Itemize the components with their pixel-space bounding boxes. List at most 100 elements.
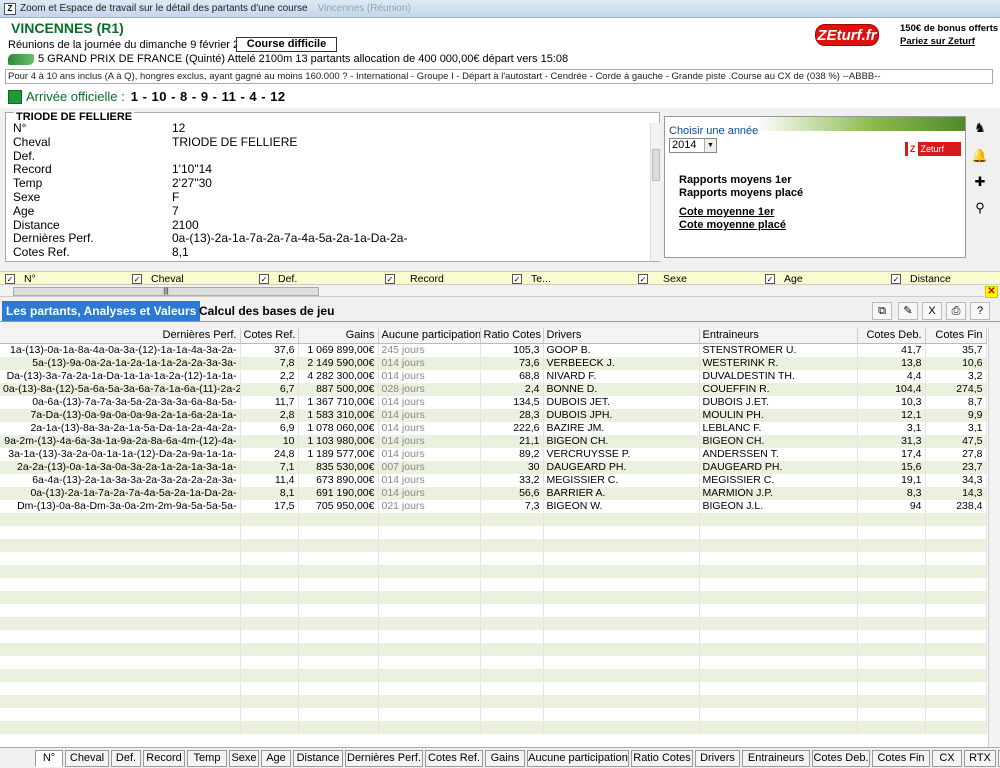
table-row[interactable]: 0a-(13)-8a-(12)-5a-6a-5a-3a-6a-7a-1a-6a-… <box>0 382 987 396</box>
bottom-tab[interactable]: CX <box>932 750 962 767</box>
tab-bases-de-jeu[interactable]: Calcul des bases de jeu <box>195 301 338 321</box>
close-icon[interactable]: ✕ <box>985 286 998 298</box>
excel-icon[interactable]: X <box>922 302 942 320</box>
filter-cheval[interactable]: ✓ Cheval <box>132 273 184 285</box>
table-cell <box>0 642 241 656</box>
column-header[interactable]: Dernières Perf. <box>0 328 241 344</box>
bet-link[interactable]: Pariez sur Zeturf <box>900 35 998 48</box>
table-cell: 9a-2m-(13)-4a-6a-3a-1a-9a-2a-8a-6a-4m-(1… <box>0 434 241 448</box>
link-avg-odds-first[interactable]: Cote moyenne 1er <box>679 206 774 218</box>
help-icon[interactable]: ? <box>970 302 990 320</box>
table-row[interactable]: 9a-2m-(13)-4a-6a-3a-1a-9a-2a-8a-6a-4m-(1… <box>0 434 987 448</box>
bottom-tab[interactable]: Cotes Fin <box>872 750 930 767</box>
filter-def[interactable]: ✓ Def. <box>259 273 297 285</box>
table-row <box>0 668 987 682</box>
bottom-tab[interactable]: Cotes Ref. <box>425 750 483 767</box>
bottom-tab[interactable]: Distance <box>293 750 343 767</box>
table-cell <box>925 590 987 604</box>
edit-icon[interactable]: ✎ <box>898 302 918 320</box>
table-cell <box>0 538 241 552</box>
bottom-tab[interactable]: Def. <box>111 750 141 767</box>
race-header: VINCENNES (R1) Réunions de la journée du… <box>0 18 1000 108</box>
table-row[interactable]: 2a-1a-(13)-8a-3a-2a-1a-5a-Da-1a-2a-4a-2a… <box>0 421 987 435</box>
zeturf-logo[interactable]: ZEturf.fr <box>815 24 879 46</box>
table-row[interactable]: 7a-Da-(13)-0a-9a-0a-0a-9a-2a-1a-6a-2a-1a… <box>0 408 987 422</box>
column-header[interactable]: Cotes Fin <box>925 328 987 344</box>
bottom-tab[interactable]: Age <box>261 750 291 767</box>
checkbox-icon[interactable]: ✓ <box>891 274 901 284</box>
column-header[interactable]: Ratio Cotes <box>480 328 544 344</box>
copy-icon[interactable]: ⧉ <box>872 302 892 320</box>
bottom-tab[interactable]: Record <box>143 750 185 767</box>
bottom-tab[interactable]: Cheval <box>65 750 109 767</box>
table-cell: 3a-1a-(13)-3a-2a-0a-1a-1a-(12)-Da-2a-9a-… <box>0 447 241 461</box>
table-cell <box>699 681 858 695</box>
column-header[interactable]: Cotes Deb. <box>857 328 926 344</box>
table-cell: 014 jours <box>378 486 481 500</box>
bottom-tab[interactable]: Aucune participation <box>527 750 629 767</box>
table-cell: BIGEON W. <box>543 499 700 513</box>
bottom-tab[interactable]: Dernières Perf. <box>345 750 423 767</box>
table-row[interactable]: 0a-6a-(13)-7a-7a-3a-5a-2a-3a-3a-6a-8a-5a… <box>0 395 987 409</box>
detail-field-key: Temp <box>13 176 43 191</box>
filter-distance[interactable]: ✓ Distance <box>891 273 951 285</box>
checkbox-icon[interactable]: ✓ <box>385 274 395 284</box>
table-row[interactable]: 5a-(13)-9a-0a-2a-1a-2a-1a-1a-2a-2a-3a-3a… <box>0 356 987 370</box>
table-row[interactable]: Da-(13)-3a-7a-2a-1a-Da-1a-1a-1a-2a-(12)-… <box>0 369 987 383</box>
zeturf-button[interactable]: Z Zeturf <box>905 142 961 156</box>
filter-num[interactable]: ✓ N° <box>5 273 36 285</box>
table-cell <box>240 629 299 643</box>
checkbox-icon[interactable]: ✓ <box>259 274 269 284</box>
add-note-icon[interactable]: ✚ <box>970 172 990 192</box>
filter-age[interactable]: ✓ Age <box>765 273 803 285</box>
detail-field-value: 0a-(13)-2a-1a-7a-2a-7a-4a-5a-2a-1a-Da-2a… <box>172 231 408 246</box>
bottom-tab[interactable]: Temp <box>187 750 227 767</box>
year-select[interactable]: 2014 ▼ <box>669 138 717 153</box>
table-row[interactable]: 2a-2a-(13)-0a-1a-3a-0a-3a-2a-1a-2a-1a-3a… <box>0 460 987 474</box>
column-header[interactable]: Gains <box>298 328 379 344</box>
table-row[interactable]: 3a-1a-(13)-3a-2a-0a-1a-1a-(12)-Da-2a-9a-… <box>0 447 987 461</box>
table-row[interactable]: 0a-(13)-2a-1a-7a-2a-7a-4a-5a-2a-1a-Da-2a… <box>0 486 987 500</box>
column-header[interactable]: Entraineurs <box>699 328 858 344</box>
bottom-tab[interactable]: Cotes Deb. <box>812 750 870 767</box>
filter-horizontal-scrollbar[interactable]: ||| <box>0 286 984 297</box>
checkbox-icon[interactable]: ✓ <box>5 274 15 284</box>
table-row[interactable]: 1a-(13)-0a-1a-8a-4a-0a-3a-(12)-1a-1a-4a-… <box>0 343 987 357</box>
link-avg-reports-place[interactable]: Rapports moyens placé <box>679 187 803 199</box>
tab-partants[interactable]: Les partants, Analyses et Valeurs <box>2 301 201 321</box>
bottom-tab[interactable]: Gains <box>485 750 525 767</box>
bottom-tab[interactable]: Ratio Cotes <box>631 750 693 767</box>
horse-rider-icon[interactable]: ♞ <box>970 118 990 138</box>
bottom-tab[interactable]: Drivers <box>695 750 740 767</box>
table-cell: 28,3 <box>480 408 544 422</box>
table-cell: 014 jours <box>378 369 481 383</box>
grid-vertical-scrollbar[interactable] <box>988 328 1000 747</box>
bell-icon[interactable]: 🔔 <box>970 146 990 166</box>
filter-record[interactable]: ✓ Record <box>385 273 444 285</box>
table-row[interactable]: 6a-4a-(13)-2a-1a-3a-3a-2a-3a-2a-2a-2a-3a… <box>0 473 987 487</box>
column-header[interactable]: Aucune participation <box>378 328 481 344</box>
filter-sexe[interactable]: ✓ Sexe <box>638 273 687 285</box>
chevron-down-icon[interactable]: ▼ <box>704 139 716 152</box>
binoculars-icon[interactable]: ⚲ <box>970 198 990 218</box>
checkbox-icon[interactable]: ✓ <box>765 274 775 284</box>
checkbox-icon[interactable]: ✓ <box>132 274 142 284</box>
bottom-tab[interactable]: RTX <box>964 750 996 767</box>
table-cell <box>240 720 299 734</box>
checkbox-icon[interactable]: ✓ <box>512 274 522 284</box>
bottom-tab[interactable]: Sexe <box>229 750 259 767</box>
table-cell: 15,6 <box>857 460 926 474</box>
table-cell <box>543 629 700 643</box>
column-header[interactable]: Cotes Ref. <box>240 328 299 344</box>
link-avg-reports-first[interactable]: Rapports moyens 1er <box>679 174 791 186</box>
filter-temp[interactable]: ✓ Te... <box>512 273 551 285</box>
link-avg-odds-place[interactable]: Cote moyenne placé <box>679 219 786 231</box>
checkbox-icon[interactable]: ✓ <box>638 274 648 284</box>
detail-scrollbar[interactable] <box>650 123 660 261</box>
print-icon[interactable]: ⎙ <box>946 302 966 320</box>
column-header[interactable]: Drivers <box>543 328 700 344</box>
bottom-tab[interactable]: N° <box>35 750 63 767</box>
table-cell: 12,1 <box>857 408 926 422</box>
table-row[interactable]: Dm-(13)-0a-8a-Dm-3a-0a-2m-2m-9a-5a-5a-5a… <box>0 499 987 513</box>
bottom-tab[interactable]: Entraineurs <box>742 750 810 767</box>
